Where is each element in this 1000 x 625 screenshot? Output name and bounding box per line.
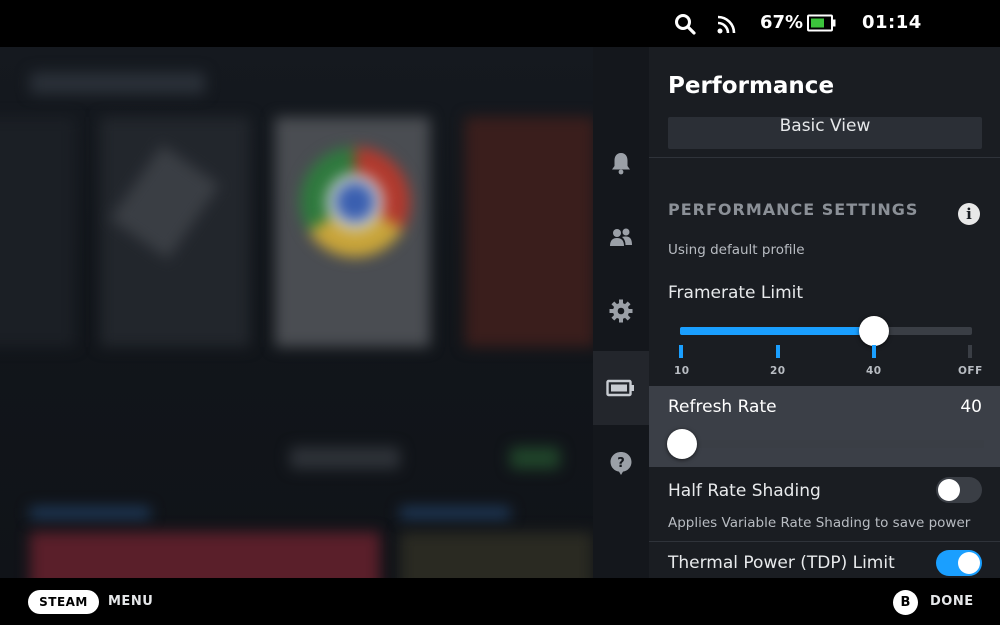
friends-icon — [610, 228, 632, 246]
framerate-tick-label: OFF — [958, 365, 983, 377]
quick-access-rail: ? — [593, 47, 649, 578]
battery-icon — [606, 379, 634, 397]
rail-item-notifications[interactable] — [593, 126, 649, 200]
rail-item-settings[interactable] — [593, 274, 649, 348]
blurred-heading — [30, 72, 205, 94]
divider — [649, 157, 1000, 158]
done-label: DONE — [930, 594, 974, 609]
svg-text:?: ? — [617, 456, 625, 471]
blurred-game-banner — [400, 532, 593, 578]
refresh-rate-label: Refresh Rate — [668, 397, 777, 417]
tdp-limit-toggle[interactable] — [936, 550, 982, 576]
blurred-button — [510, 447, 560, 469]
refresh-rate-row[interactable]: Refresh Rate 40 — [649, 386, 1000, 467]
b-button-icon[interactable]: B — [893, 590, 918, 615]
blurred-label — [30, 507, 150, 519]
refresh-rate-slider-knob[interactable] — [667, 429, 697, 459]
steam-button[interactable]: STEAM — [28, 590, 99, 614]
refresh-rate-value: 40 — [960, 397, 982, 417]
gear-icon — [609, 299, 633, 323]
basic-view-button[interactable]: Basic View — [668, 117, 982, 149]
refresh-rate-slider[interactable] — [667, 429, 984, 459]
search-icon[interactable] — [674, 13, 696, 35]
section-title: PERFORMANCE SETTINGS — [668, 200, 919, 219]
blurred-game-tile — [465, 117, 593, 347]
framerate-tick — [872, 345, 876, 358]
clock: 01:14 — [862, 12, 922, 33]
blurred-chrome-logo-center — [327, 174, 383, 230]
rail-item-help[interactable]: ? — [593, 426, 649, 500]
toggle-knob — [938, 479, 960, 501]
rail-item-performance[interactable] — [593, 351, 649, 425]
framerate-tick-label: 10 — [674, 365, 690, 377]
menu-label: MENU — [108, 594, 154, 609]
divider — [649, 541, 1000, 542]
profile-status: Using default profile — [668, 242, 805, 258]
framerate-slider-knob[interactable] — [859, 316, 889, 346]
battery-icon — [807, 14, 836, 32]
toggle-knob — [958, 552, 980, 574]
half-rate-shading-description: Applies Variable Rate Shading to save po… — [668, 515, 971, 531]
blurred-game-banner — [30, 532, 380, 578]
blurred-game-tile — [0, 117, 75, 347]
page-title: Performance — [668, 73, 835, 99]
tdp-limit-label: Thermal Power (TDP) Limit — [668, 553, 895, 573]
framerate-tick — [679, 345, 683, 358]
blurred-button — [290, 447, 400, 469]
basic-view-label: Basic View — [779, 116, 871, 136]
bottom-bar: STEAM MENU B DONE — [0, 578, 1000, 625]
framerate-tick-label: 20 — [770, 365, 786, 377]
half-rate-shading-label: Half Rate Shading — [668, 481, 821, 501]
half-rate-shading-toggle[interactable] — [936, 477, 982, 503]
framerate-slider-fill — [680, 327, 874, 335]
wifi-icon — [717, 15, 736, 34]
bell-icon — [612, 153, 630, 175]
performance-panel: Performance Basic View PERFORMANCE SETTI… — [649, 47, 1000, 578]
framerate-tick-label: 40 — [866, 365, 882, 377]
info-icon[interactable]: i — [958, 203, 980, 225]
framerate-limit-label: Framerate Limit — [668, 283, 804, 303]
framerate-limit-slider[interactable] — [680, 316, 972, 346]
framerate-tick — [968, 345, 972, 358]
blurred-label — [400, 507, 510, 519]
framerate-tick — [776, 345, 780, 358]
help-icon: ? — [610, 452, 632, 475]
library-background — [0, 47, 593, 578]
rail-item-friends[interactable] — [593, 200, 649, 274]
battery-percent: 67% — [760, 12, 804, 33]
status-bar: 67% 01:14 — [0, 0, 1000, 47]
